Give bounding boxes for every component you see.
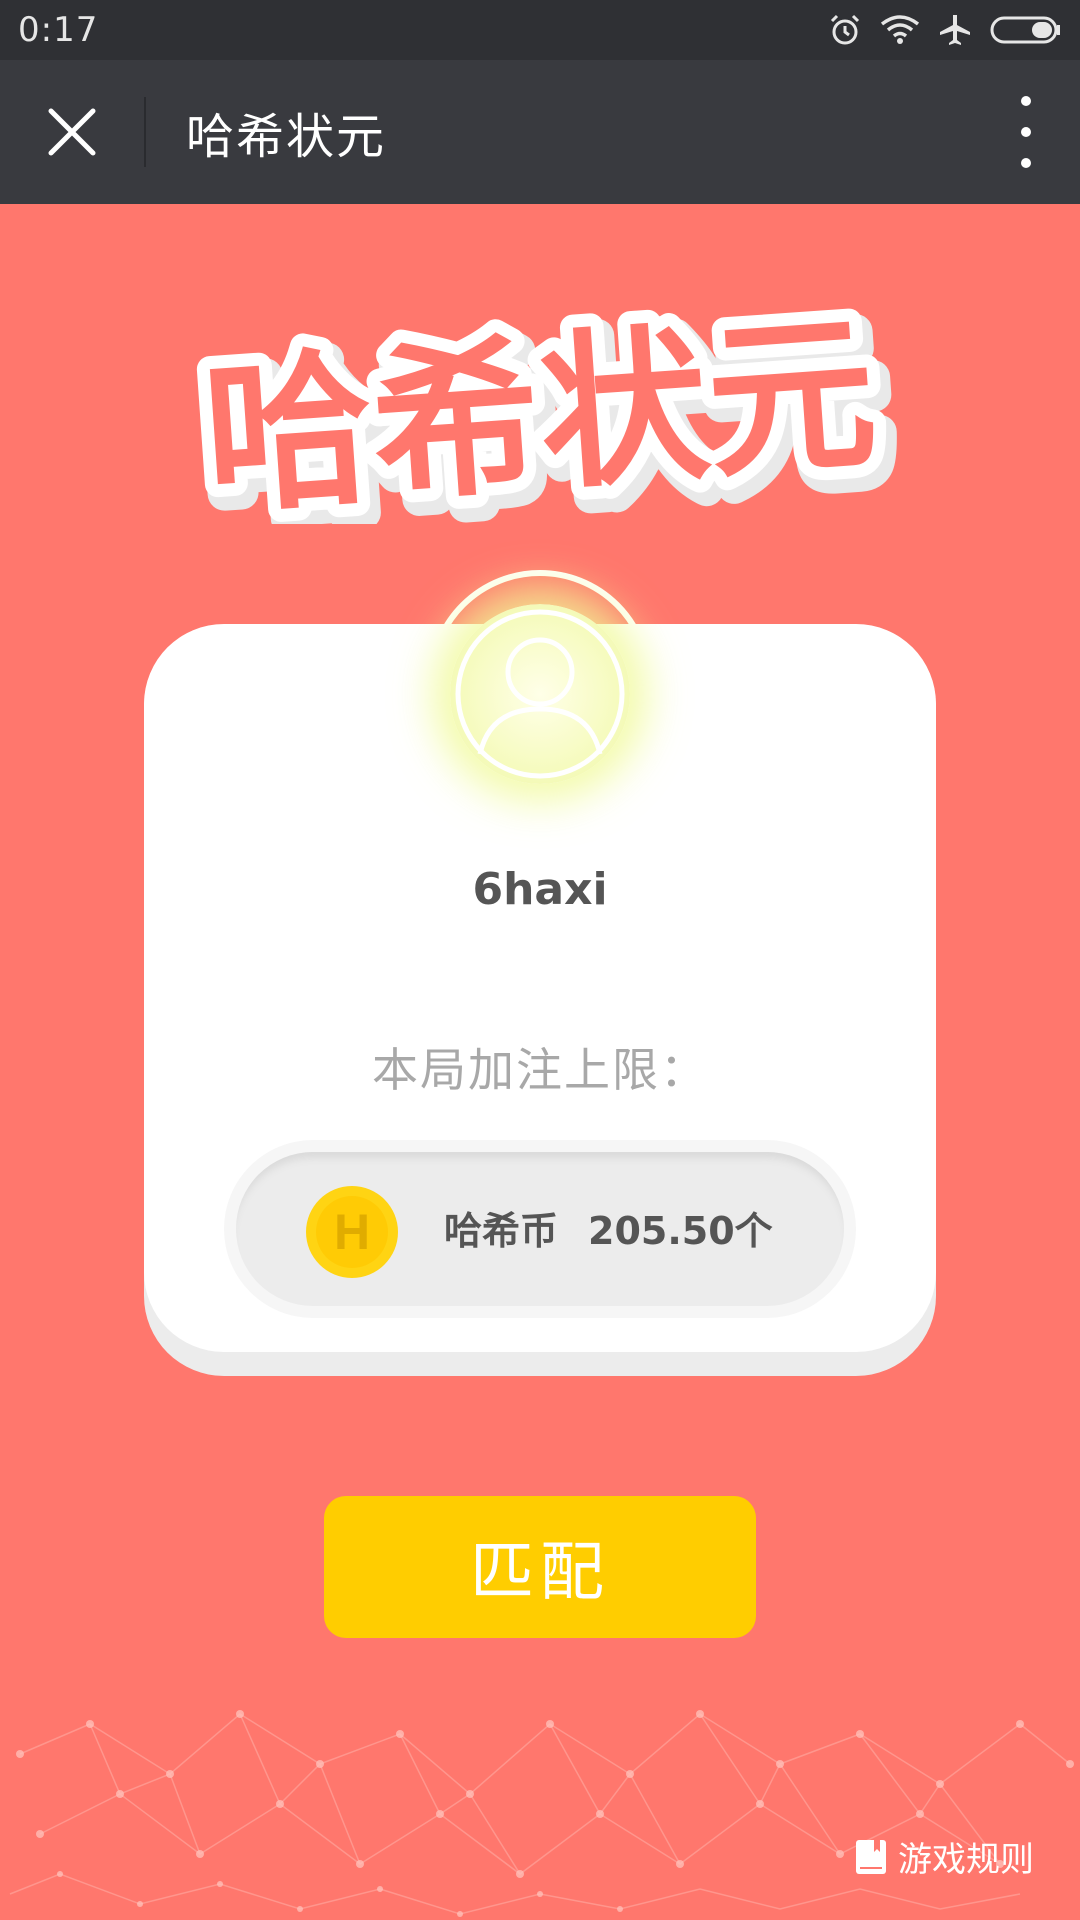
game-logo: 哈希状元 哈希状元 哈希状元 [185, 304, 906, 524]
more-vertical-icon [1021, 96, 1031, 106]
match-button[interactable]: 匹配 [324, 1496, 756, 1638]
game-rules-link[interactable]: 游戏规则 [854, 1832, 1034, 1881]
airplane-mode-icon [940, 15, 970, 45]
wifi-icon [880, 15, 920, 44]
more-menu-button[interactable] [1016, 96, 1036, 168]
status-icons [828, 13, 1062, 47]
main-content: 哈希状元 哈希状元 哈希状元 6haxi 本局加注上限： H 哈希币 205.50… [0, 204, 1080, 1920]
balance-text: 哈希币 205.50个 [444, 1200, 773, 1255]
nav-bar: 哈希状元 [0, 60, 1080, 204]
nav-divider [144, 97, 146, 167]
balance-amount: 205.50个 [588, 1209, 773, 1253]
username: 6haxi [472, 864, 608, 915]
close-button[interactable] [0, 60, 144, 204]
user-avatar-icon [455, 609, 625, 779]
battery-icon [990, 16, 1060, 44]
close-icon [48, 108, 96, 156]
svg-text:哈希状元: 哈希状元 [198, 304, 882, 524]
decorative-network [9, 1710, 1074, 1917]
avatar[interactable] [450, 604, 630, 784]
bet-limit-label: 本局加注上限： [372, 1043, 708, 1097]
currency-label: 哈希币 [444, 1209, 559, 1253]
status-bar: 0:17 [0, 0, 1080, 60]
alarm-icon [830, 14, 860, 45]
coin-icon: H [306, 1186, 398, 1278]
book-icon [856, 1839, 886, 1874]
page-title: 哈希状元 [186, 109, 387, 165]
status-time: 0:17 [18, 10, 99, 50]
coin-letter: H [316, 1196, 388, 1268]
game-rules-label: 游戏规则 [898, 1840, 1034, 1880]
